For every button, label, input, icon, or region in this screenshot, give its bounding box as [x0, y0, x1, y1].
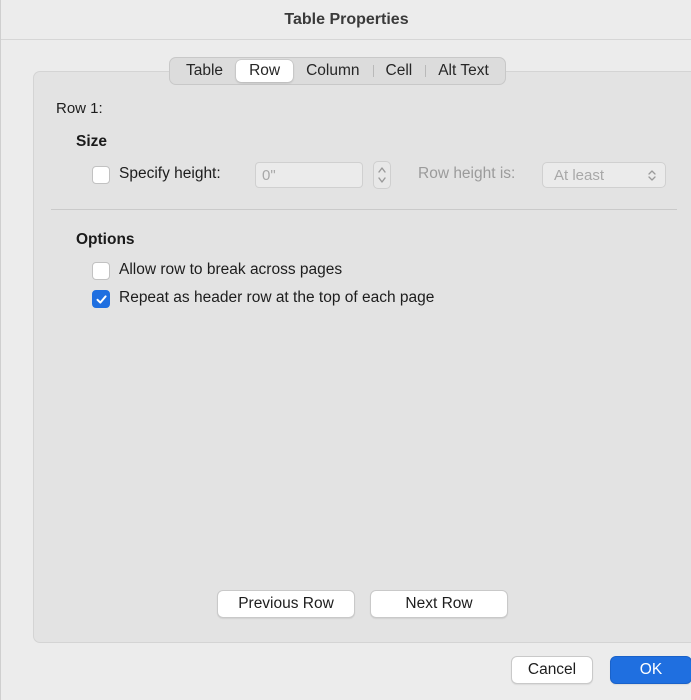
row-height-is-select[interactable]: At least — [542, 162, 666, 188]
window-title: Table Properties — [1, 0, 691, 40]
options-section-title: Options — [76, 231, 135, 248]
tab-row[interactable]: Row — [236, 60, 294, 82]
specify-height-checkbox[interactable] — [92, 166, 110, 184]
chevron-updown-icon — [648, 170, 656, 181]
checkmark-icon — [96, 294, 107, 304]
next-row-button[interactable]: Next Row — [370, 590, 508, 618]
allow-break-checkbox[interactable] — [92, 262, 110, 280]
tab-bar: Table Row Column Cell Alt Text — [169, 57, 506, 85]
row-height-input[interactable]: 0" — [255, 162, 363, 188]
repeat-header-checkbox[interactable] — [92, 290, 110, 308]
row-height-is-value: At least — [554, 166, 605, 184]
previous-row-button[interactable]: Previous Row — [217, 590, 355, 618]
specify-height-label: Specify height: — [119, 165, 221, 182]
row-height-stepper[interactable] — [373, 161, 391, 189]
repeat-header-label: Repeat as header row at the top of each … — [119, 289, 435, 306]
tab-table[interactable]: Table — [173, 60, 236, 82]
ok-button[interactable]: OK — [610, 656, 691, 684]
size-section-title: Size — [76, 133, 108, 150]
row-number-label: Row 1: — [56, 100, 103, 117]
allow-break-label: Allow row to break across pages — [119, 261, 343, 278]
cancel-button[interactable]: Cancel — [511, 656, 593, 684]
table-properties-dialog: Table Properties Table Row Column Cell A… — [0, 0, 691, 700]
tab-cell[interactable]: Cell — [372, 60, 426, 82]
stepper-arrows-icon — [378, 167, 386, 183]
tab-content-panel — [33, 71, 691, 643]
tab-column[interactable]: Column — [293, 60, 372, 82]
section-divider — [51, 209, 677, 210]
tab-alt-text[interactable]: Alt Text — [425, 60, 502, 82]
row-height-is-label: Row height is: — [418, 165, 516, 182]
